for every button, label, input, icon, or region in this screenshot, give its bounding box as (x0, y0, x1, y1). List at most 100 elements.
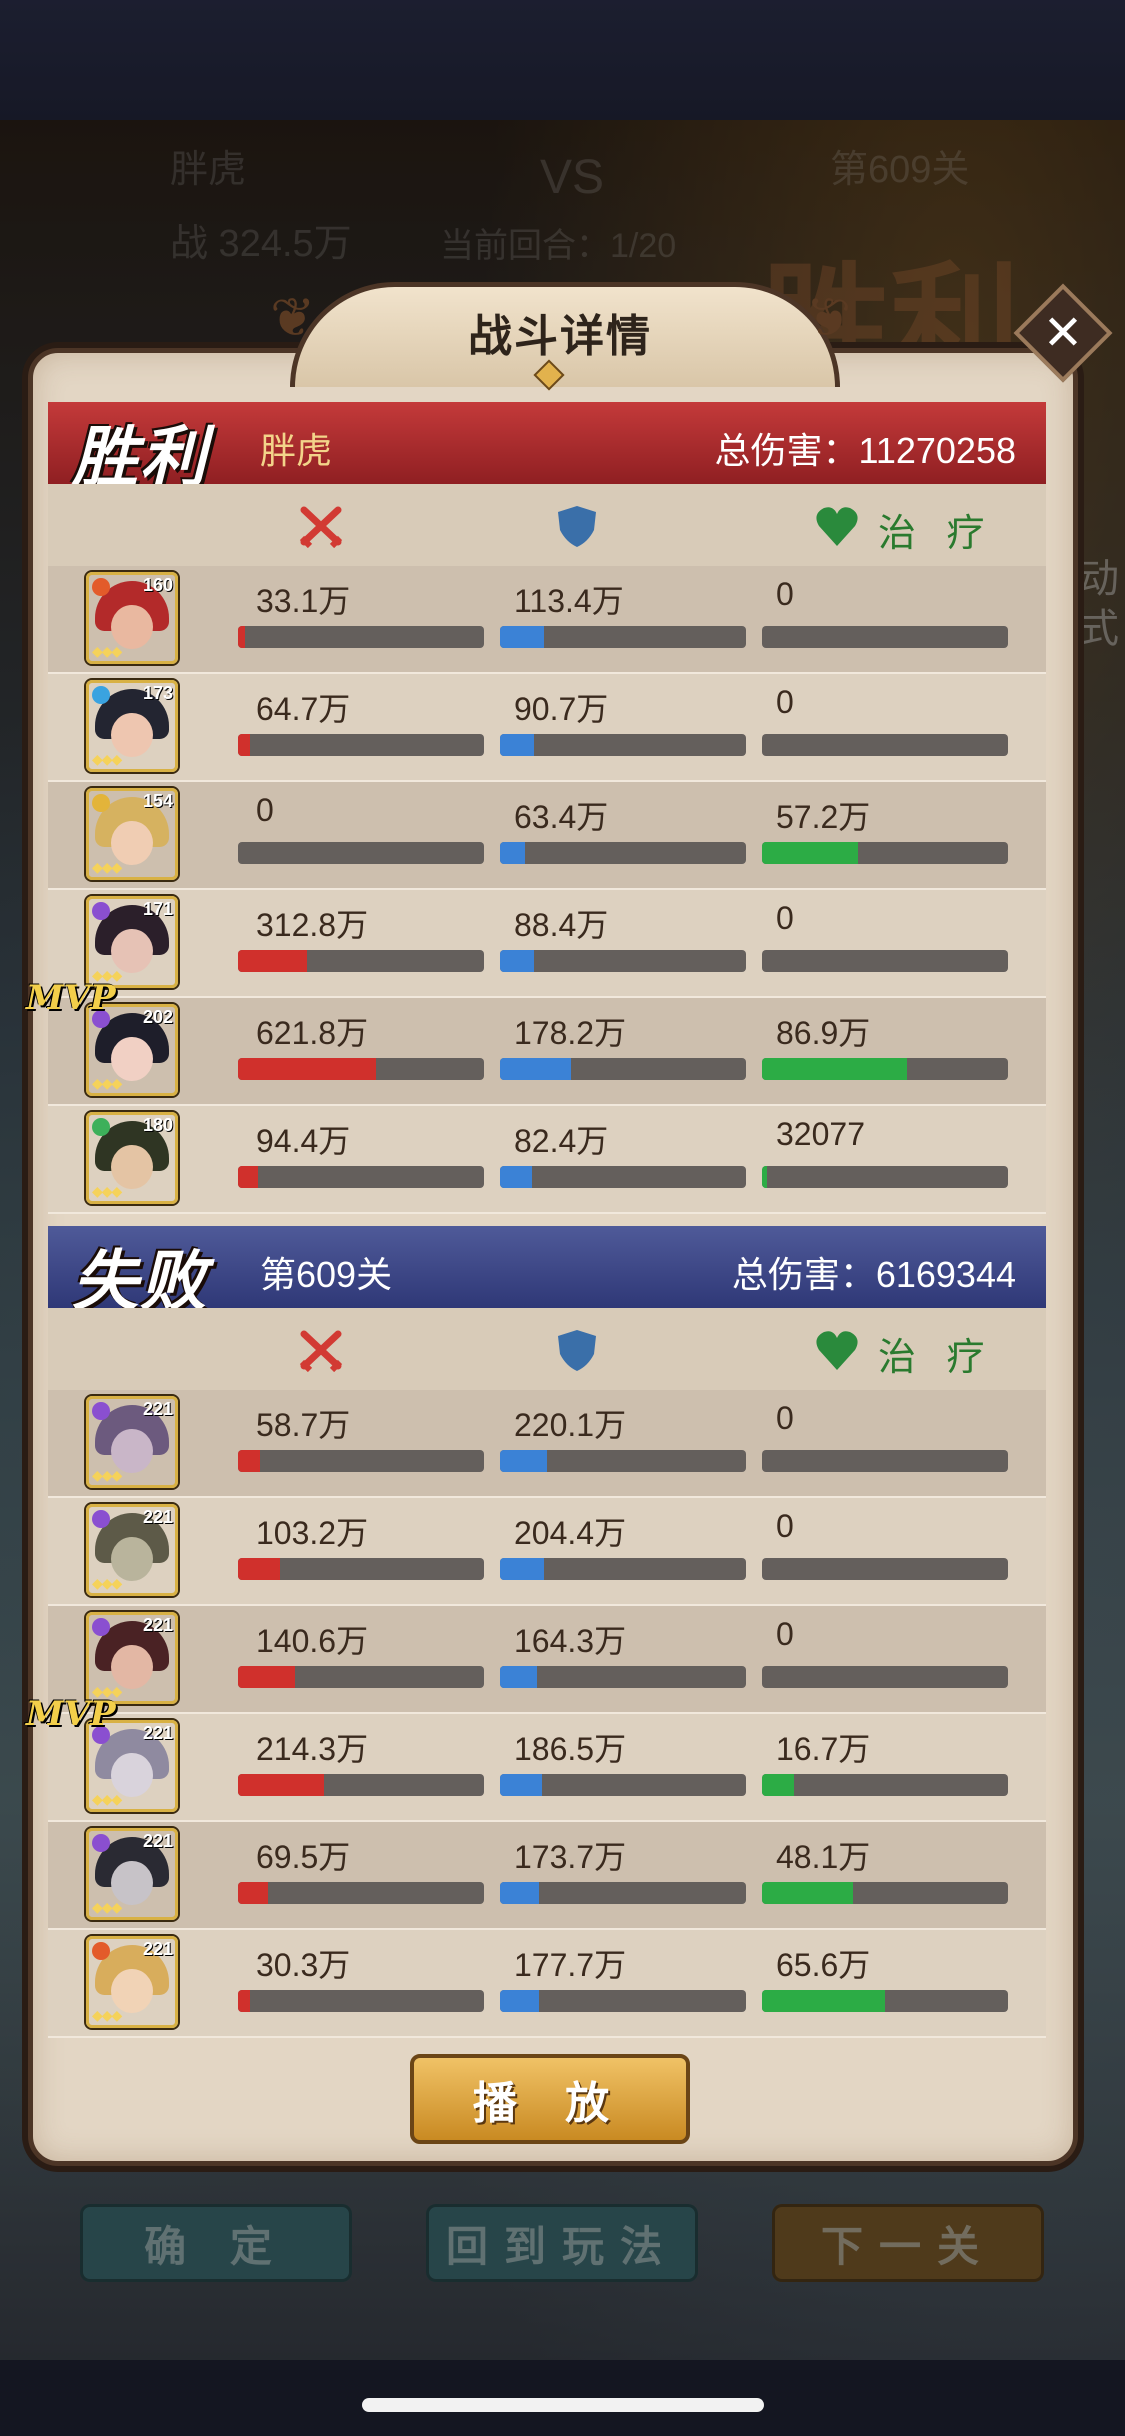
serpent-ornament-icon: ❦ (806, 288, 852, 348)
defense-value: 82.4万 (514, 1123, 609, 1159)
column-headers: 治 疗 (48, 484, 1046, 566)
hero-portrait[interactable]: 173 ◆◆◆ (86, 680, 178, 772)
hero-portrait[interactable]: 154 ◆◆◆ (86, 788, 178, 880)
defense-bar-fill (500, 950, 535, 972)
defense-value: 177.7万 (514, 1947, 627, 1983)
defense-value: 113.4万 (514, 583, 624, 619)
heal-value: 0 (776, 1616, 794, 1652)
heal-bar-fill (762, 1058, 908, 1080)
heal-bar-fill (762, 1882, 854, 1904)
defense-bar-fill (500, 1558, 545, 1580)
heal-bar (762, 1774, 1008, 1796)
stage-name: 第609关 (260, 1254, 393, 1295)
defense-bar (500, 1166, 746, 1188)
defense-bar (500, 1666, 746, 1688)
element-icon (92, 1510, 110, 1528)
crossed-swords-icon (299, 506, 343, 548)
close-icon[interactable]: ✕ (1028, 298, 1098, 368)
hero-level: 221 (142, 1831, 173, 1851)
defense-value: 88.4万 (514, 907, 609, 943)
damage-bar-fill (238, 734, 251, 756)
heal-bar (762, 1558, 1008, 1580)
damage-bar-fill (238, 1558, 280, 1580)
lose-banner: 失败 第609关 总伤害：6169344 (48, 1226, 1046, 1320)
hero-row: 154 ◆◆◆ 0 63.4万 57.2万 (48, 782, 1046, 890)
damage-value: 214.3万 (256, 1731, 369, 1767)
hero-portrait[interactable]: 171 ◆◆◆ (86, 896, 178, 988)
heal-column-label: 治 疗 (878, 1337, 995, 1379)
heal-bar-fill (762, 1166, 767, 1188)
star-rank-icon: ◆◆◆ (92, 1467, 122, 1483)
hero-row: 221 ◆◆◆ MVP 214.3万 186.5万 16.7万 (26, 1694, 1046, 1822)
hero-portrait[interactable]: 221 ◆◆◆ (86, 1396, 178, 1488)
heal-bar (762, 842, 1008, 864)
star-rank-icon: ◆◆◆ (92, 1791, 122, 1807)
heal-value: 0 (776, 1400, 794, 1436)
star-rank-icon: ◆◆◆ (92, 2007, 122, 2023)
damage-bar-fill (238, 1882, 268, 1904)
element-icon (92, 794, 110, 812)
hero-level: 173 (142, 683, 173, 703)
star-rank-icon: ◆◆◆ (92, 643, 122, 659)
damage-bar (238, 734, 484, 756)
heal-bar (762, 1166, 1008, 1188)
team-name: 胖虎 (260, 430, 333, 471)
hero-row: 221 ◆◆◆ 69.5万 173.7万 48.1万 (48, 1822, 1046, 1930)
hero-portrait[interactable]: 221 ◆◆◆ (86, 1612, 178, 1704)
hero-row: 221 ◆◆◆ 140.6万 164.3万 0 (48, 1606, 1046, 1714)
win-hero-list: 160 ◆◆◆ 33.1万 113.4万 0 173 ◆◆◆ 64.7万 90.7万 0 154 ◆◆… (26, 566, 1046, 1214)
star-rank-icon: ◆◆◆ (92, 1183, 122, 1199)
hero-portrait[interactable]: 221 ◆◆◆ (86, 1504, 178, 1596)
defense-value: 63.4万 (514, 799, 609, 835)
heart-icon (816, 1331, 858, 1370)
damage-bar-fill (238, 1990, 251, 2012)
defense-bar (500, 1882, 746, 1904)
heal-value: 16.7万 (776, 1731, 871, 1767)
damage-bar (238, 1450, 484, 1472)
star-rank-icon: ◆◆◆ (92, 859, 122, 875)
defense-bar (500, 950, 746, 972)
element-icon (92, 1942, 110, 1960)
damage-bar-fill (238, 950, 307, 972)
damage-value: 0 (256, 792, 274, 828)
defense-value: 178.2万 (514, 1015, 627, 1051)
hero-portrait[interactable]: 221 ◆◆◆ (86, 1828, 178, 1920)
hero-level: 160 (142, 575, 173, 595)
hero-level: 221 (142, 1723, 173, 1743)
defense-bar-fill (500, 1166, 532, 1188)
hero-portrait[interactable]: 221 ◆◆◆ (86, 1936, 178, 2028)
heal-bar (762, 734, 1008, 756)
lose-hero-list: 221 ◆◆◆ 58.7万 220.1万 0 221 ◆◆◆ 103.2万 204.4万 0 221… (26, 1390, 1046, 2038)
hero-portrait[interactable]: 160 ◆◆◆ (86, 572, 178, 664)
heal-value: 0 (776, 1508, 794, 1544)
heart-icon (816, 507, 858, 546)
heal-bar (762, 1450, 1008, 1472)
hero-level: 221 (142, 1939, 173, 1959)
total-damage: 总伤害：11270258 (714, 430, 1016, 471)
damage-value: 621.8万 (256, 1015, 369, 1051)
heal-bar-fill (762, 1990, 885, 2012)
damage-bar (238, 1058, 484, 1080)
heal-value: 32077 (776, 1116, 865, 1152)
heal-value: 0 (776, 684, 794, 720)
hero-row: 221 ◆◆◆ 30.3万 177.7万 65.6万 (48, 1930, 1046, 2038)
total-damage: 总伤害：6169344 (731, 1254, 1016, 1295)
damage-bar (238, 1774, 484, 1796)
damage-bar (238, 1882, 484, 1904)
dialog-title: 战斗详情 (468, 312, 652, 361)
star-rank-icon: ◆◆◆ (92, 1899, 122, 1915)
defense-bar (500, 1558, 746, 1580)
defense-bar-fill (500, 842, 525, 864)
damage-bar (238, 1166, 484, 1188)
damage-value: 33.1万 (256, 583, 351, 619)
hero-portrait[interactable]: 180 ◆◆◆ (86, 1112, 178, 1204)
column-headers: 治 疗 (48, 1308, 1046, 1390)
row-divider (48, 2036, 1046, 2038)
crossed-swords-icon (299, 1330, 343, 1372)
play-replay-button[interactable]: 播 放 (410, 2054, 690, 2144)
element-icon (92, 1618, 110, 1636)
damage-value: 312.8万 (256, 907, 369, 943)
star-rank-icon: ◆◆◆ (92, 751, 122, 767)
damage-bar-fill (238, 1166, 258, 1188)
damage-bar-fill (238, 626, 246, 648)
